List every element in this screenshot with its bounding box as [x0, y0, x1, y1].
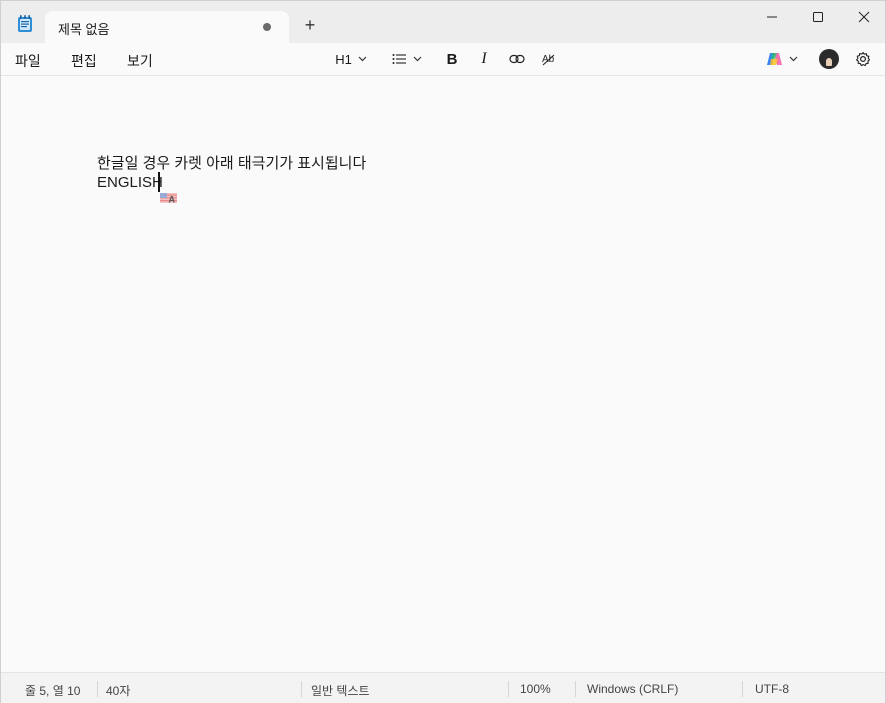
notepad-window: 제목 없음 + 파일 편집 보기 H1 B I Ab 한글일 경우 카렛 아래 … [0, 0, 886, 703]
character-count: 40자 [106, 684, 131, 698]
unsaved-dot-icon[interactable] [263, 23, 271, 31]
settings-button[interactable] [852, 47, 874, 71]
link-button[interactable] [505, 47, 529, 71]
chevron-down-icon [413, 56, 422, 62]
notepad-icon [18, 15, 32, 32]
gear-icon [856, 51, 871, 67]
maximize-icon [813, 12, 823, 22]
text-editor[interactable]: 한글일 경우 카렛 아래 태극기가 표시됩니다 ENGLISH [1, 76, 885, 672]
link-icon [509, 54, 525, 64]
chevron-down-icon [789, 56, 798, 62]
bold-button[interactable]: B [441, 47, 463, 71]
maximize-button[interactable] [795, 1, 841, 33]
copilot-icon [767, 53, 782, 65]
new-tab-button[interactable]: + [299, 14, 321, 36]
status-bar: 줄 5, 열 10 40자 일반 텍스트 100% Windows (CRLF)… [1, 672, 885, 703]
minimize-icon [767, 16, 777, 18]
title-bar: 제목 없음 + [1, 1, 885, 43]
ime-indicator-label: A [169, 195, 176, 204]
menu-bar: 파일 편집 보기 H1 B I Ab [1, 43, 885, 76]
list-icon [392, 54, 406, 64]
heading-dropdown[interactable]: H1 [331, 47, 371, 71]
editor-line: 한글일 경우 카렛 아래 태극기가 표시됩니다 [97, 155, 367, 172]
list-dropdown[interactable] [387, 47, 427, 71]
text-format[interactable]: 일반 텍스트 [311, 682, 370, 699]
document-tab[interactable]: 제목 없음 [45, 11, 289, 43]
minimize-button[interactable] [749, 1, 795, 33]
menu-file[interactable]: 파일 [15, 51, 41, 71]
spellcheck-icon: Ab [542, 54, 555, 66]
status-divider [742, 681, 743, 697]
zoom-level[interactable]: 100% [520, 682, 551, 696]
menu-view[interactable]: 보기 [127, 51, 153, 71]
editor-line: ENGLISH [97, 174, 163, 191]
heading-label: H1 [335, 51, 352, 67]
tab-title: 제목 없음 [58, 22, 110, 37]
status-divider [575, 681, 576, 697]
italic-button[interactable]: I [473, 47, 495, 71]
cursor-position: 줄 5, 열 10 [25, 684, 81, 698]
line-ending[interactable]: Windows (CRLF) [587, 682, 678, 696]
status-divider [97, 681, 98, 697]
encoding[interactable]: UTF-8 [755, 682, 789, 696]
close-icon [858, 11, 870, 23]
text-caret [158, 172, 160, 192]
chevron-down-icon [358, 56, 367, 62]
spellcheck-button[interactable]: Ab [537, 47, 561, 71]
us-flag-icon: A [160, 193, 177, 203]
status-divider [301, 681, 302, 697]
menu-edit[interactable]: 편집 [71, 51, 97, 71]
copilot-button[interactable] [761, 47, 803, 71]
close-button[interactable] [841, 1, 886, 33]
status-divider [508, 681, 509, 697]
avatar[interactable] [819, 49, 839, 69]
